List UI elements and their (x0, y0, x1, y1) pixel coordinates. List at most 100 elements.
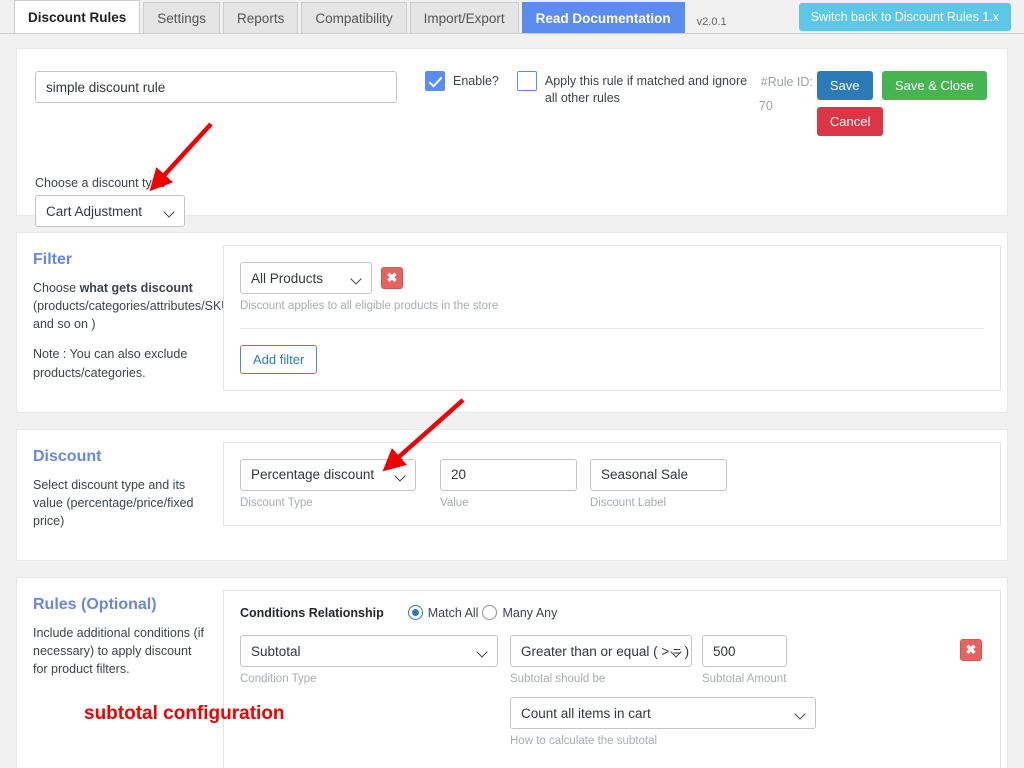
discount-type-field: Percentage discount Discount Type (240, 458, 416, 509)
tab-import-export[interactable]: Import/Export (409, 2, 519, 33)
discount-type-select[interactable]: Cart Adjustment (35, 195, 185, 227)
rule-title-input[interactable] (35, 71, 397, 103)
switch-back-button[interactable]: Switch back to Discount Rules 1.x (798, 3, 1011, 31)
rules-inner-box: Conditions Relationship Match All Many A… (223, 590, 1001, 768)
discount-value-helper: Value (440, 496, 469, 509)
tab-compatibility[interactable]: Compatibility (301, 2, 407, 33)
cancel-button[interactable]: Cancel (816, 107, 884, 136)
filter-section: Filter Choose what gets discount (produc… (17, 233, 1007, 412)
filter-note: Note : You can also exclude products/cat… (33, 347, 188, 380)
add-filter-button[interactable]: Add filter (240, 345, 318, 374)
tab-label: Discount Rules (28, 10, 127, 25)
calc-method-helper: How to calculate the subtotal (510, 735, 658, 747)
operator-helper: Subtotal should be (510, 673, 606, 685)
filter-method-select[interactable]: All Products (240, 262, 372, 294)
filter-desc-bold: what gets discount (79, 281, 193, 295)
amount-helper: Subtotal Amount (702, 673, 787, 685)
many-any-radio[interactable] (482, 605, 498, 620)
discount-type-value-2: Percentage discount (251, 467, 375, 483)
discount-description: Select discount type and its value (perc… (33, 477, 194, 528)
version-label: v2.0.1 (696, 16, 727, 28)
operator-value: Greater than or equal ( > = ) (521, 643, 690, 659)
calc-method-select[interactable]: Count all items in cart (510, 697, 816, 729)
discount-type-value: Cart Adjustment (46, 203, 143, 219)
filter-heading: Filter (33, 251, 73, 268)
condition-type-field: Subtotal Condition Type (240, 635, 498, 685)
condition-operator-and-amount: Greater than or equal ( > = ) Subtotal s… (510, 635, 816, 747)
discount-section-info: Discount Select discount type and its va… (17, 430, 223, 560)
discount-section: Discount Select discount type and its va… (17, 430, 1007, 560)
exclusive-label: Apply this rule if matched and ignore al… (544, 74, 748, 105)
discount-type-group: Choose a discount type Cart Adjustment (35, 176, 989, 227)
discount-label-field: Discount Label (590, 458, 727, 509)
discount-panel: Discount Select discount type and its va… (16, 428, 1008, 561)
filter-panel: Filter Choose what gets discount (produc… (16, 232, 1008, 413)
rule-id-block: #Rule ID: 70 (759, 71, 813, 119)
condition-type-value: Subtotal (251, 643, 301, 659)
amount-field: Subtotal Amount (702, 635, 787, 685)
tab-label: Read Documentation (535, 11, 671, 26)
main-tab-bar: Discount Rules Settings Reports Compatib… (0, 0, 1024, 34)
rules-section: Rules (Optional) Include additional cond… (17, 578, 1007, 768)
operator-select[interactable]: Greater than or equal ( > = ) (510, 635, 692, 667)
discount-fields-row: Percentage discount Discount Type Value … (240, 458, 984, 509)
exclusive-checkbox-group[interactable]: Apply this rule if matched and ignore al… (516, 71, 749, 107)
enable-checkbox[interactable] (425, 71, 445, 91)
condition-row: Subtotal Condition Type Greater than or … (240, 635, 984, 747)
rule-id-value: 70 (758, 98, 773, 113)
filter-desc-part2: (products/categories/attributes/SKU and … (33, 299, 231, 332)
tab-discount-rules[interactable]: Discount Rules (14, 0, 141, 33)
many-any-label: Many Any (502, 605, 558, 620)
discount-heading: Discount (33, 447, 102, 465)
discount-value-field: Value (440, 458, 577, 509)
rules-section-body: Conditions Relationship Match All Many A… (223, 578, 1007, 768)
operator-field: Greater than or equal ( > = ) Subtotal s… (510, 635, 692, 685)
discount-value-input[interactable] (440, 458, 577, 491)
rules-description: Include additional conditions (if necess… (33, 626, 204, 677)
match-all-radio[interactable] (407, 605, 423, 620)
rule-header-panel: Enable? Apply this rule if matched and i… (16, 48, 1008, 227)
conditions-relationship-row: Conditions Relationship Match All Many A… (240, 605, 984, 620)
filter-section-body: All Products ✖ Discount applies to all e… (223, 233, 1007, 412)
filter-description: Choose what gets discount (products/cate… (33, 279, 230, 333)
subtotal-amount-input[interactable] (702, 635, 787, 667)
save-and-close-button[interactable]: Save & Close (881, 71, 987, 100)
condition-type-helper: Condition Type (240, 673, 317, 685)
tab-read-documentation[interactable]: Read Documentation (521, 2, 685, 33)
calc-method-field: Count all items in cart How to calculate… (510, 697, 816, 747)
tab-label: Import/Export (423, 11, 505, 26)
filter-method-value: All Products (251, 270, 324, 286)
discount-label-input[interactable] (590, 458, 727, 491)
filter-inner-box: All Products ✖ Discount applies to all e… (223, 245, 1001, 391)
tab-label: Reports (237, 11, 285, 26)
tab-reports[interactable]: Reports (223, 2, 299, 33)
discount-type-select-2[interactable]: Percentage discount (240, 458, 416, 491)
remove-condition-icon[interactable]: ✖ (960, 639, 982, 661)
enable-checkbox-group[interactable]: Enable? (425, 71, 499, 91)
exclusive-checkbox[interactable] (516, 71, 537, 91)
filter-helper-text: Discount applies to all eligible product… (240, 300, 499, 312)
discount-inner-box: Percentage discount Discount Type Value … (223, 441, 1001, 526)
condition-type-select[interactable]: Subtotal (240, 635, 498, 667)
filter-section-info: Filter Choose what gets discount (produc… (17, 233, 230, 412)
discount-section-body: Percentage discount Discount Type Value … (223, 430, 1007, 560)
filter-desc-part1: Choose (33, 281, 80, 295)
discount-type-label: Choose a discount type (35, 176, 166, 190)
discount-type-helper: Discount Type (240, 496, 313, 509)
remove-filter-icon[interactable]: ✖ (381, 267, 403, 289)
action-buttons: Save Save & Close Cancel (816, 71, 987, 136)
discount-label-helper: Discount Label (590, 496, 667, 509)
annotation-subtotal-configuration: subtotal configuration (84, 703, 285, 724)
rules-panel: Rules (Optional) Include additional cond… (16, 577, 1008, 768)
save-button[interactable]: Save (816, 71, 873, 100)
tab-label: Compatibility (315, 11, 393, 26)
rules-heading: Rules (Optional) (33, 596, 157, 613)
tab-settings[interactable]: Settings (143, 2, 221, 33)
enable-label: Enable? (453, 74, 499, 88)
tab-label: Settings (157, 11, 207, 26)
match-all-label: Match All (427, 605, 479, 620)
calc-method-value: Count all items in cart (521, 705, 651, 721)
